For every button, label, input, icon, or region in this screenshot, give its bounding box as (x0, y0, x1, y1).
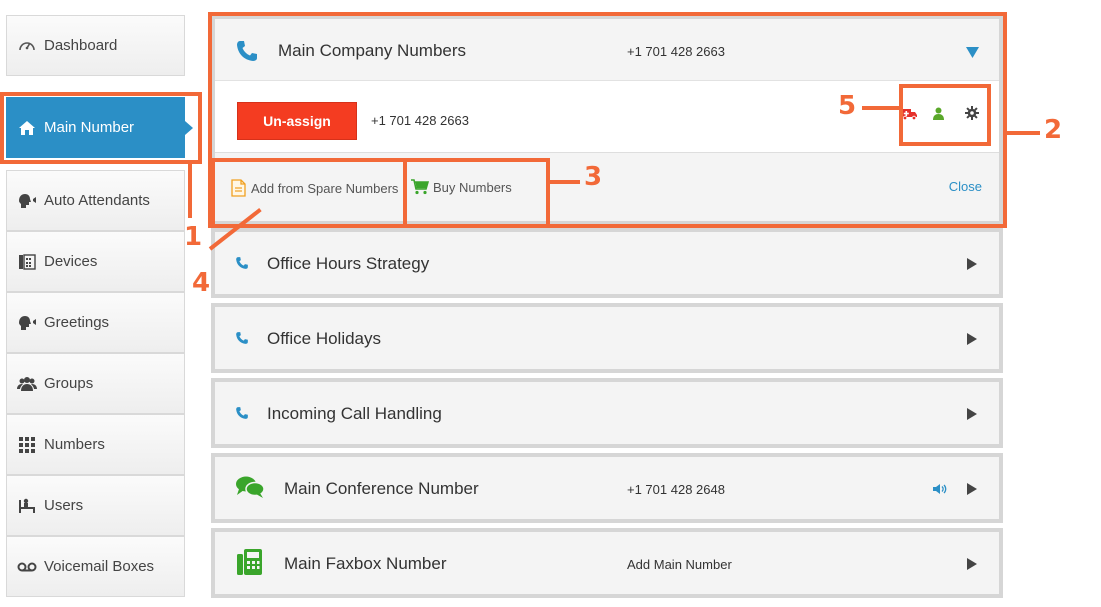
unassign-button[interactable]: Un-assign (237, 102, 357, 140)
sidebar-item-auto-attendants[interactable]: Auto Attendants (6, 170, 185, 231)
main-company-numbers-header[interactable]: Main Company Numbers +1 701 428 2663 (215, 19, 999, 81)
buy-numbers-link[interactable]: Buy Numbers (411, 179, 512, 195)
chat-bubbles-icon (235, 475, 265, 504)
panel-number: +1 701 428 2648 (627, 482, 725, 497)
panel-header[interactable]: Office Holidays (215, 307, 999, 369)
phone-icon (235, 39, 259, 68)
chevron-right-icon[interactable] (967, 332, 977, 350)
add-from-spare-numbers-label: Add from Spare Numbers (251, 180, 399, 196)
fax-device-icon (16, 253, 38, 271)
sidebar-item-label: Main Number (44, 119, 135, 136)
phone-icon (235, 256, 249, 275)
main-company-numbers-panel: Main Company Numbers +1 701 428 2663 Un-… (211, 15, 1003, 225)
sidebar-item-numbers[interactable]: Numbers (6, 414, 185, 475)
chevron-right-icon[interactable] (967, 482, 977, 500)
sidebar-item-label: Greetings (44, 314, 110, 331)
panel-title: Main Conference Number (284, 479, 479, 498)
panel-title: Office Holidays (267, 329, 382, 348)
add-main-number-link[interactable]: Add Main Number (627, 557, 732, 572)
panel-header[interactable]: Office Hours Strategy (215, 232, 999, 294)
annotation-number-4: 4 (192, 268, 211, 298)
sidebar-item-greetings[interactable]: Greetings (6, 292, 185, 353)
sidebar-item-label: Auto Attendants (44, 192, 150, 209)
annotation-line-2 (1007, 131, 1040, 135)
document-icon (231, 179, 246, 197)
dashboard-icon (16, 37, 38, 55)
sidebar-item-dashboard[interactable]: Dashboard (6, 15, 185, 76)
chevron-right-icon[interactable] (967, 407, 977, 425)
user-icon[interactable] (932, 107, 945, 125)
panel-number: +1 701 428 2663 (627, 44, 725, 59)
sidebar-item-voicemail-boxes[interactable]: Voicemail Boxes (6, 536, 185, 597)
sidebar-item-label: Voicemail Boxes (44, 558, 155, 575)
cart-icon (411, 179, 429, 195)
sidebar-item-users[interactable]: Users (6, 475, 185, 536)
chevron-right-icon[interactable] (967, 557, 977, 575)
sidebar-item-groups[interactable]: Groups (6, 353, 185, 414)
row-action-icons (901, 106, 979, 125)
voicemail-icon (16, 558, 38, 576)
sidebar-item-label: Dashboard (44, 37, 118, 54)
panel-header[interactable]: Incoming Call Handling (215, 382, 999, 444)
chevron-right-icon[interactable] (967, 257, 977, 275)
speaker-head-icon (16, 314, 38, 332)
sidebar-item-label: Devices (44, 253, 98, 270)
speaker-volume-icon[interactable] (933, 482, 947, 500)
annotation-number-2: 2 (1044, 115, 1063, 145)
buy-numbers-label: Buy Numbers (433, 179, 512, 195)
main-conference-number-panel[interactable]: Main Conference Number +1 701 428 2648 (211, 453, 1003, 523)
speaker-head-icon (16, 192, 38, 210)
panel-title: Main Company Numbers (278, 41, 467, 60)
panel-header[interactable]: Main Conference Number +1 701 428 2648 (215, 457, 999, 519)
chevron-down-icon[interactable] (966, 45, 979, 63)
add-from-spare-numbers-link[interactable]: Add from Spare Numbers (231, 179, 398, 197)
fax-icon (237, 548, 263, 581)
phone-icon (235, 331, 249, 350)
panel-title: Office Hours Strategy (267, 254, 430, 273)
office-holidays-panel[interactable]: Office Holidays (211, 303, 1003, 373)
annotation-line-1 (188, 164, 192, 218)
user-desk-icon (16, 497, 38, 515)
panel-header[interactable]: Main Faxbox Number Add Main Number (215, 532, 999, 594)
assigned-number: +1 701 428 2663 (371, 113, 469, 128)
annotation-number-1: 1 (184, 222, 203, 252)
phone-icon (235, 406, 249, 425)
sidebar-item-label: Users (44, 497, 84, 514)
incoming-call-handling-panel[interactable]: Incoming Call Handling (211, 378, 1003, 448)
emergency-truck-icon[interactable] (901, 107, 918, 125)
sidebar-item-label: Numbers (44, 436, 105, 453)
panel-footer: Add from Spare Numbers Buy Numbers Close (215, 153, 999, 221)
sidebar-item-devices[interactable]: Devices (6, 231, 185, 292)
grid-icon (16, 436, 38, 454)
group-icon (16, 375, 38, 393)
annotation-number-5: 5 (838, 91, 857, 121)
panel-title: Main Faxbox Number (284, 554, 447, 573)
close-link[interactable]: Close (949, 179, 982, 194)
office-hours-strategy-panel[interactable]: Office Hours Strategy (211, 228, 1003, 298)
assigned-number-row: Un-assign +1 701 428 2663 (215, 81, 999, 153)
sidebar-item-label: Groups (44, 375, 94, 392)
home-icon (16, 119, 38, 137)
gear-icon[interactable] (965, 106, 979, 125)
main-faxbox-number-panel[interactable]: Main Faxbox Number Add Main Number (211, 528, 1003, 598)
annotation-number-3: 3 (584, 162, 603, 192)
panel-title: Incoming Call Handling (267, 404, 442, 423)
sidebar-item-main-number[interactable]: Main Number (6, 97, 193, 158)
